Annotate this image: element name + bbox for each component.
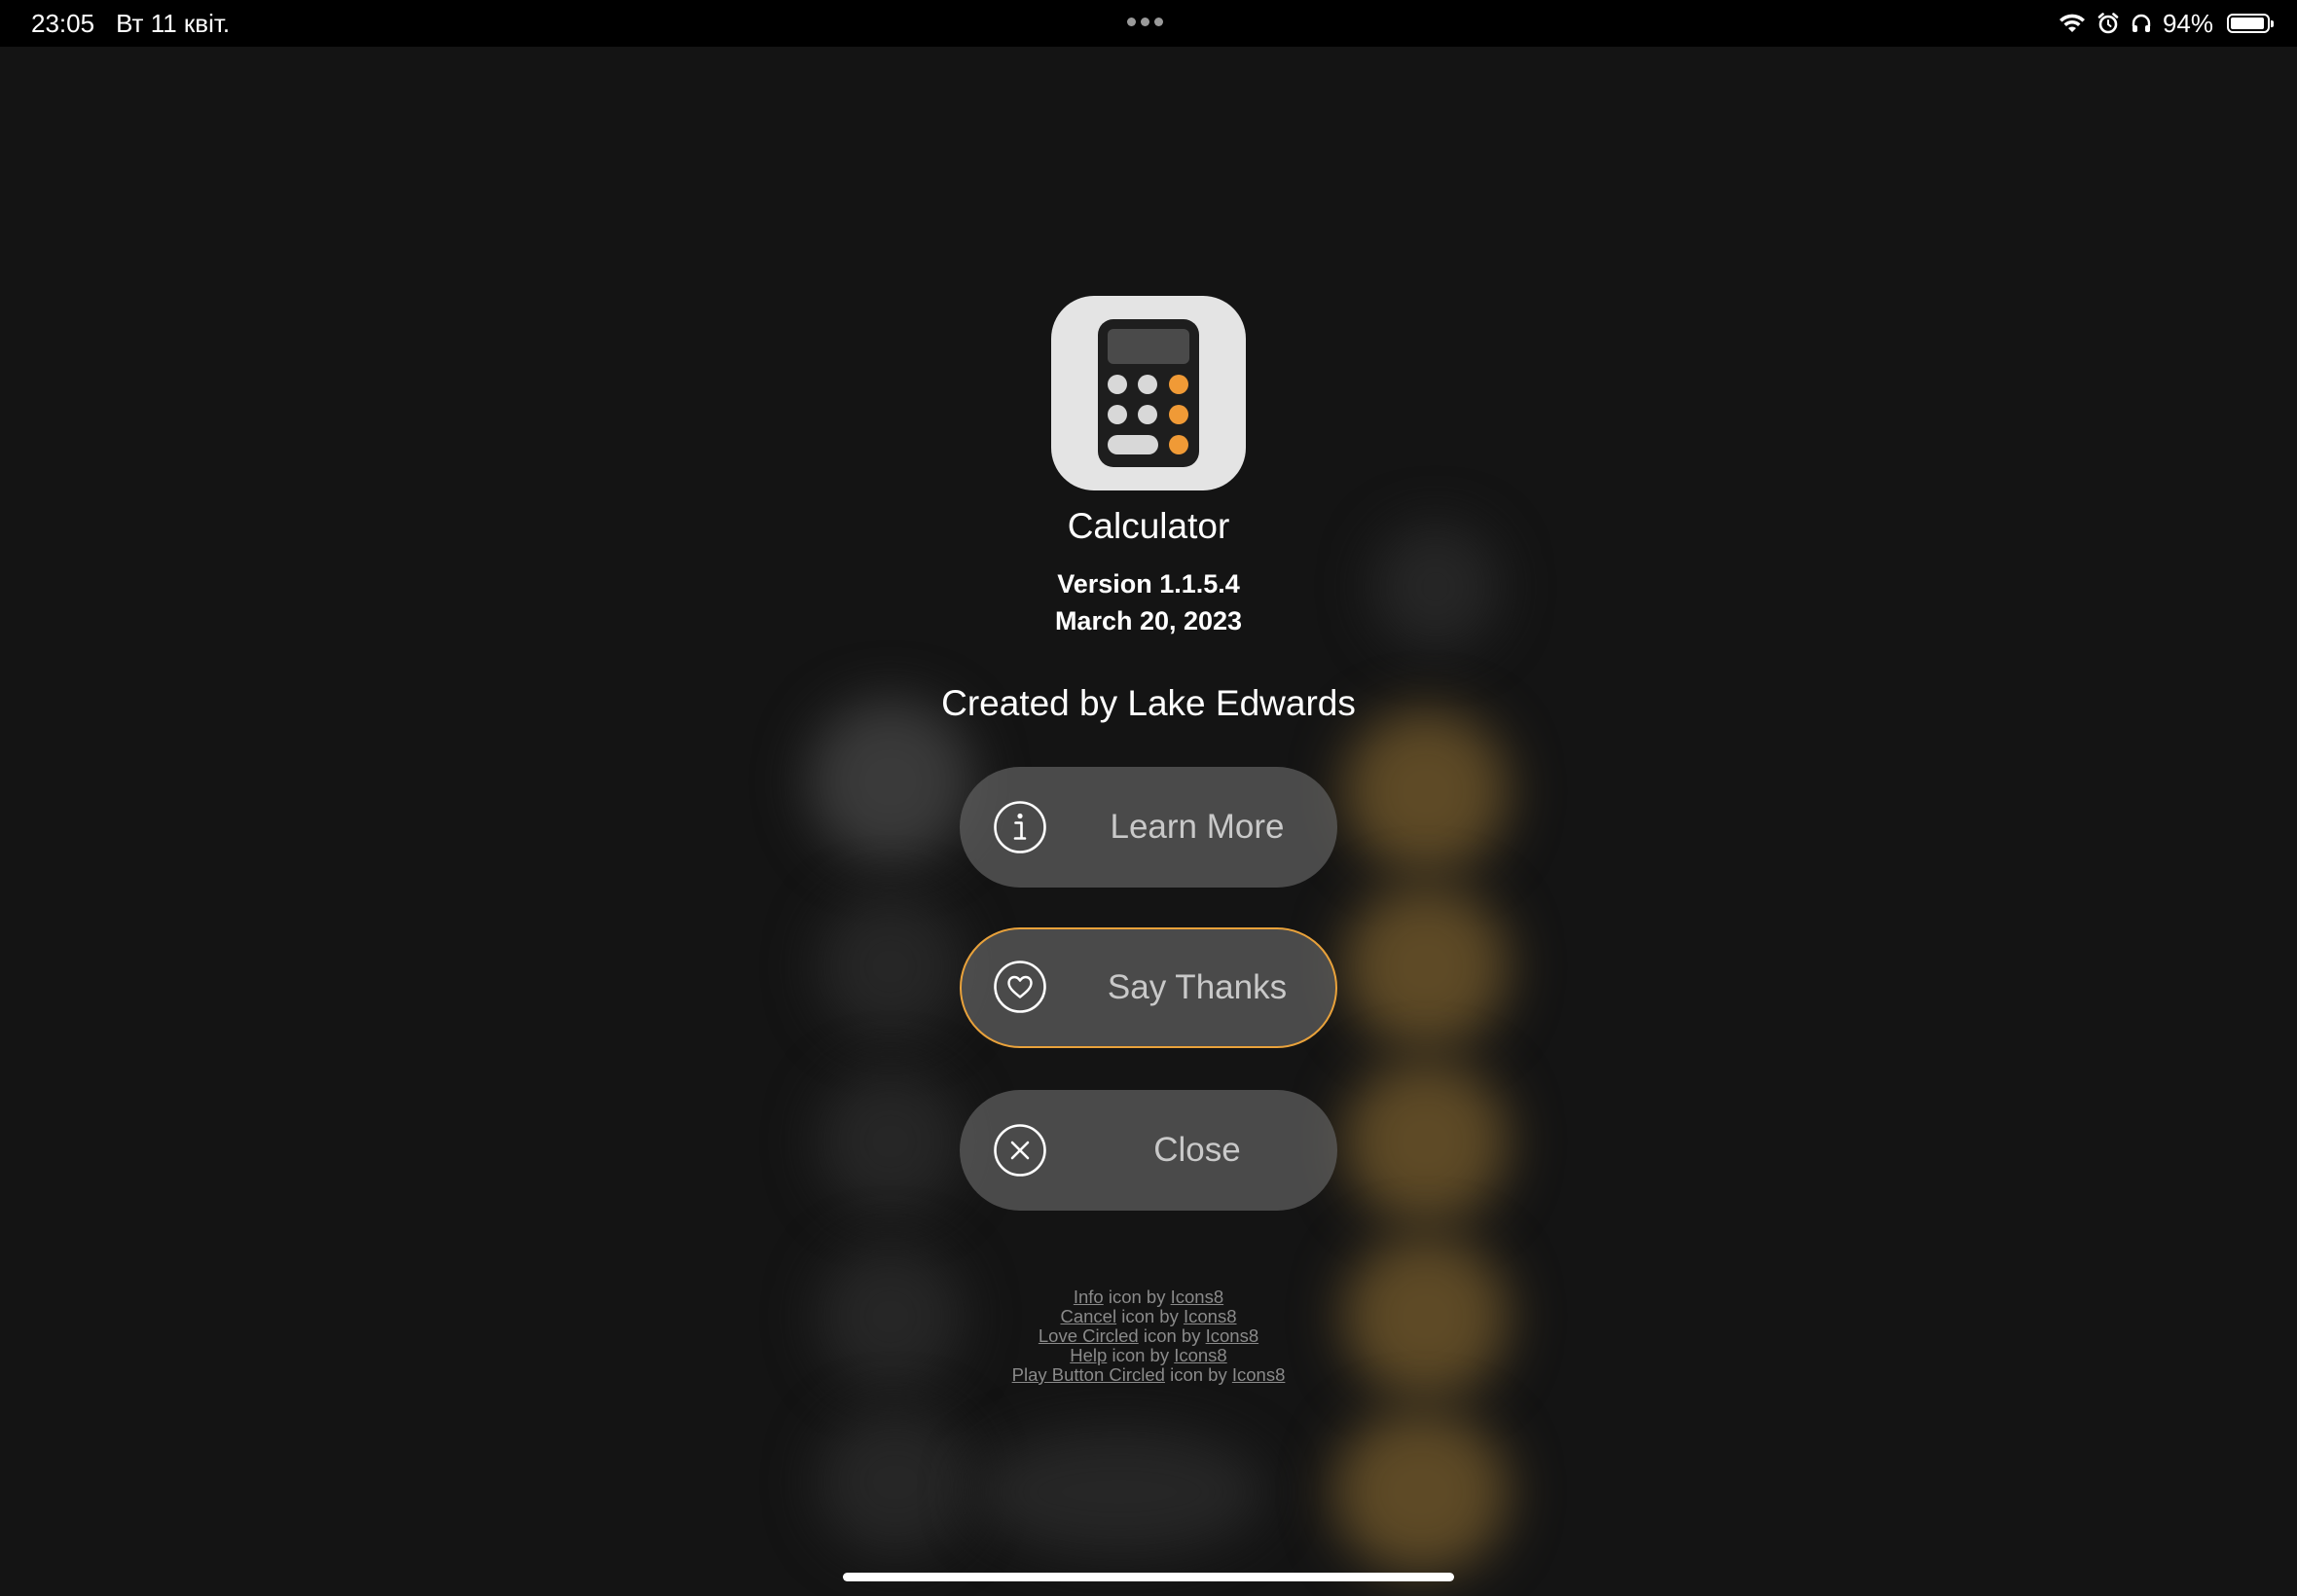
close-button[interactable]: Close xyxy=(960,1090,1337,1211)
attribution-link[interactable]: Play Button Circled xyxy=(1012,1364,1165,1385)
attribution-author-link[interactable]: Icons8 xyxy=(1171,1287,1224,1307)
attribution-link[interactable]: Info xyxy=(1074,1287,1104,1307)
attribution-author-link[interactable]: Icons8 xyxy=(1174,1345,1227,1365)
attribution-row: Love Circled icon by Icons8 xyxy=(0,1326,2297,1346)
say-thanks-label: Say Thanks xyxy=(1107,968,1288,1006)
app-name: Calculator xyxy=(1067,506,1230,546)
attribution-text: icon by xyxy=(1103,1287,1171,1307)
attribution-text: icon by xyxy=(1116,1306,1184,1326)
attribution-row: Help icon by Icons8 xyxy=(0,1346,2297,1365)
credits: Created by Lake Edwards xyxy=(941,683,1356,723)
icon-attributions: Info icon by Icons8 Cancel icon by Icons… xyxy=(0,1288,2297,1385)
home-indicator[interactable] xyxy=(843,1573,1454,1581)
about-dialog: Calculator Version 1.1.5.4 March 20, 202… xyxy=(0,0,2297,1596)
attribution-text: icon by xyxy=(1164,1364,1232,1385)
attribution-link[interactable]: Cancel xyxy=(1060,1306,1116,1326)
attribution-text: icon by xyxy=(1138,1325,1206,1346)
attribution-link[interactable]: Love Circled xyxy=(1039,1325,1139,1346)
app-version: Version 1.1.5.4 xyxy=(1057,569,1240,598)
release-date: March 20, 2023 xyxy=(1054,606,1243,635)
attribution-row: Info icon by Icons8 xyxy=(0,1288,2297,1307)
attribution-author-link[interactable]: Icons8 xyxy=(1184,1306,1237,1326)
attribution-link[interactable]: Help xyxy=(1070,1345,1107,1365)
info-icon xyxy=(993,800,1047,854)
heart-icon xyxy=(993,960,1047,1014)
learn-more-label: Learn More xyxy=(1110,808,1285,846)
attribution-author-link[interactable]: Icons8 xyxy=(1232,1364,1286,1385)
attribution-text: icon by xyxy=(1107,1345,1175,1365)
calculator-icon xyxy=(1051,296,1246,490)
attribution-row: Cancel icon by Icons8 xyxy=(0,1307,2297,1326)
attribution-author-link[interactable]: Icons8 xyxy=(1206,1325,1259,1346)
learn-more-button[interactable]: Learn More xyxy=(960,767,1337,888)
close-label: Close xyxy=(1153,1131,1241,1169)
attribution-row: Play Button Circled icon by Icons8 xyxy=(0,1365,2297,1385)
close-icon xyxy=(993,1123,1047,1178)
say-thanks-button[interactable]: Say Thanks xyxy=(960,927,1337,1048)
